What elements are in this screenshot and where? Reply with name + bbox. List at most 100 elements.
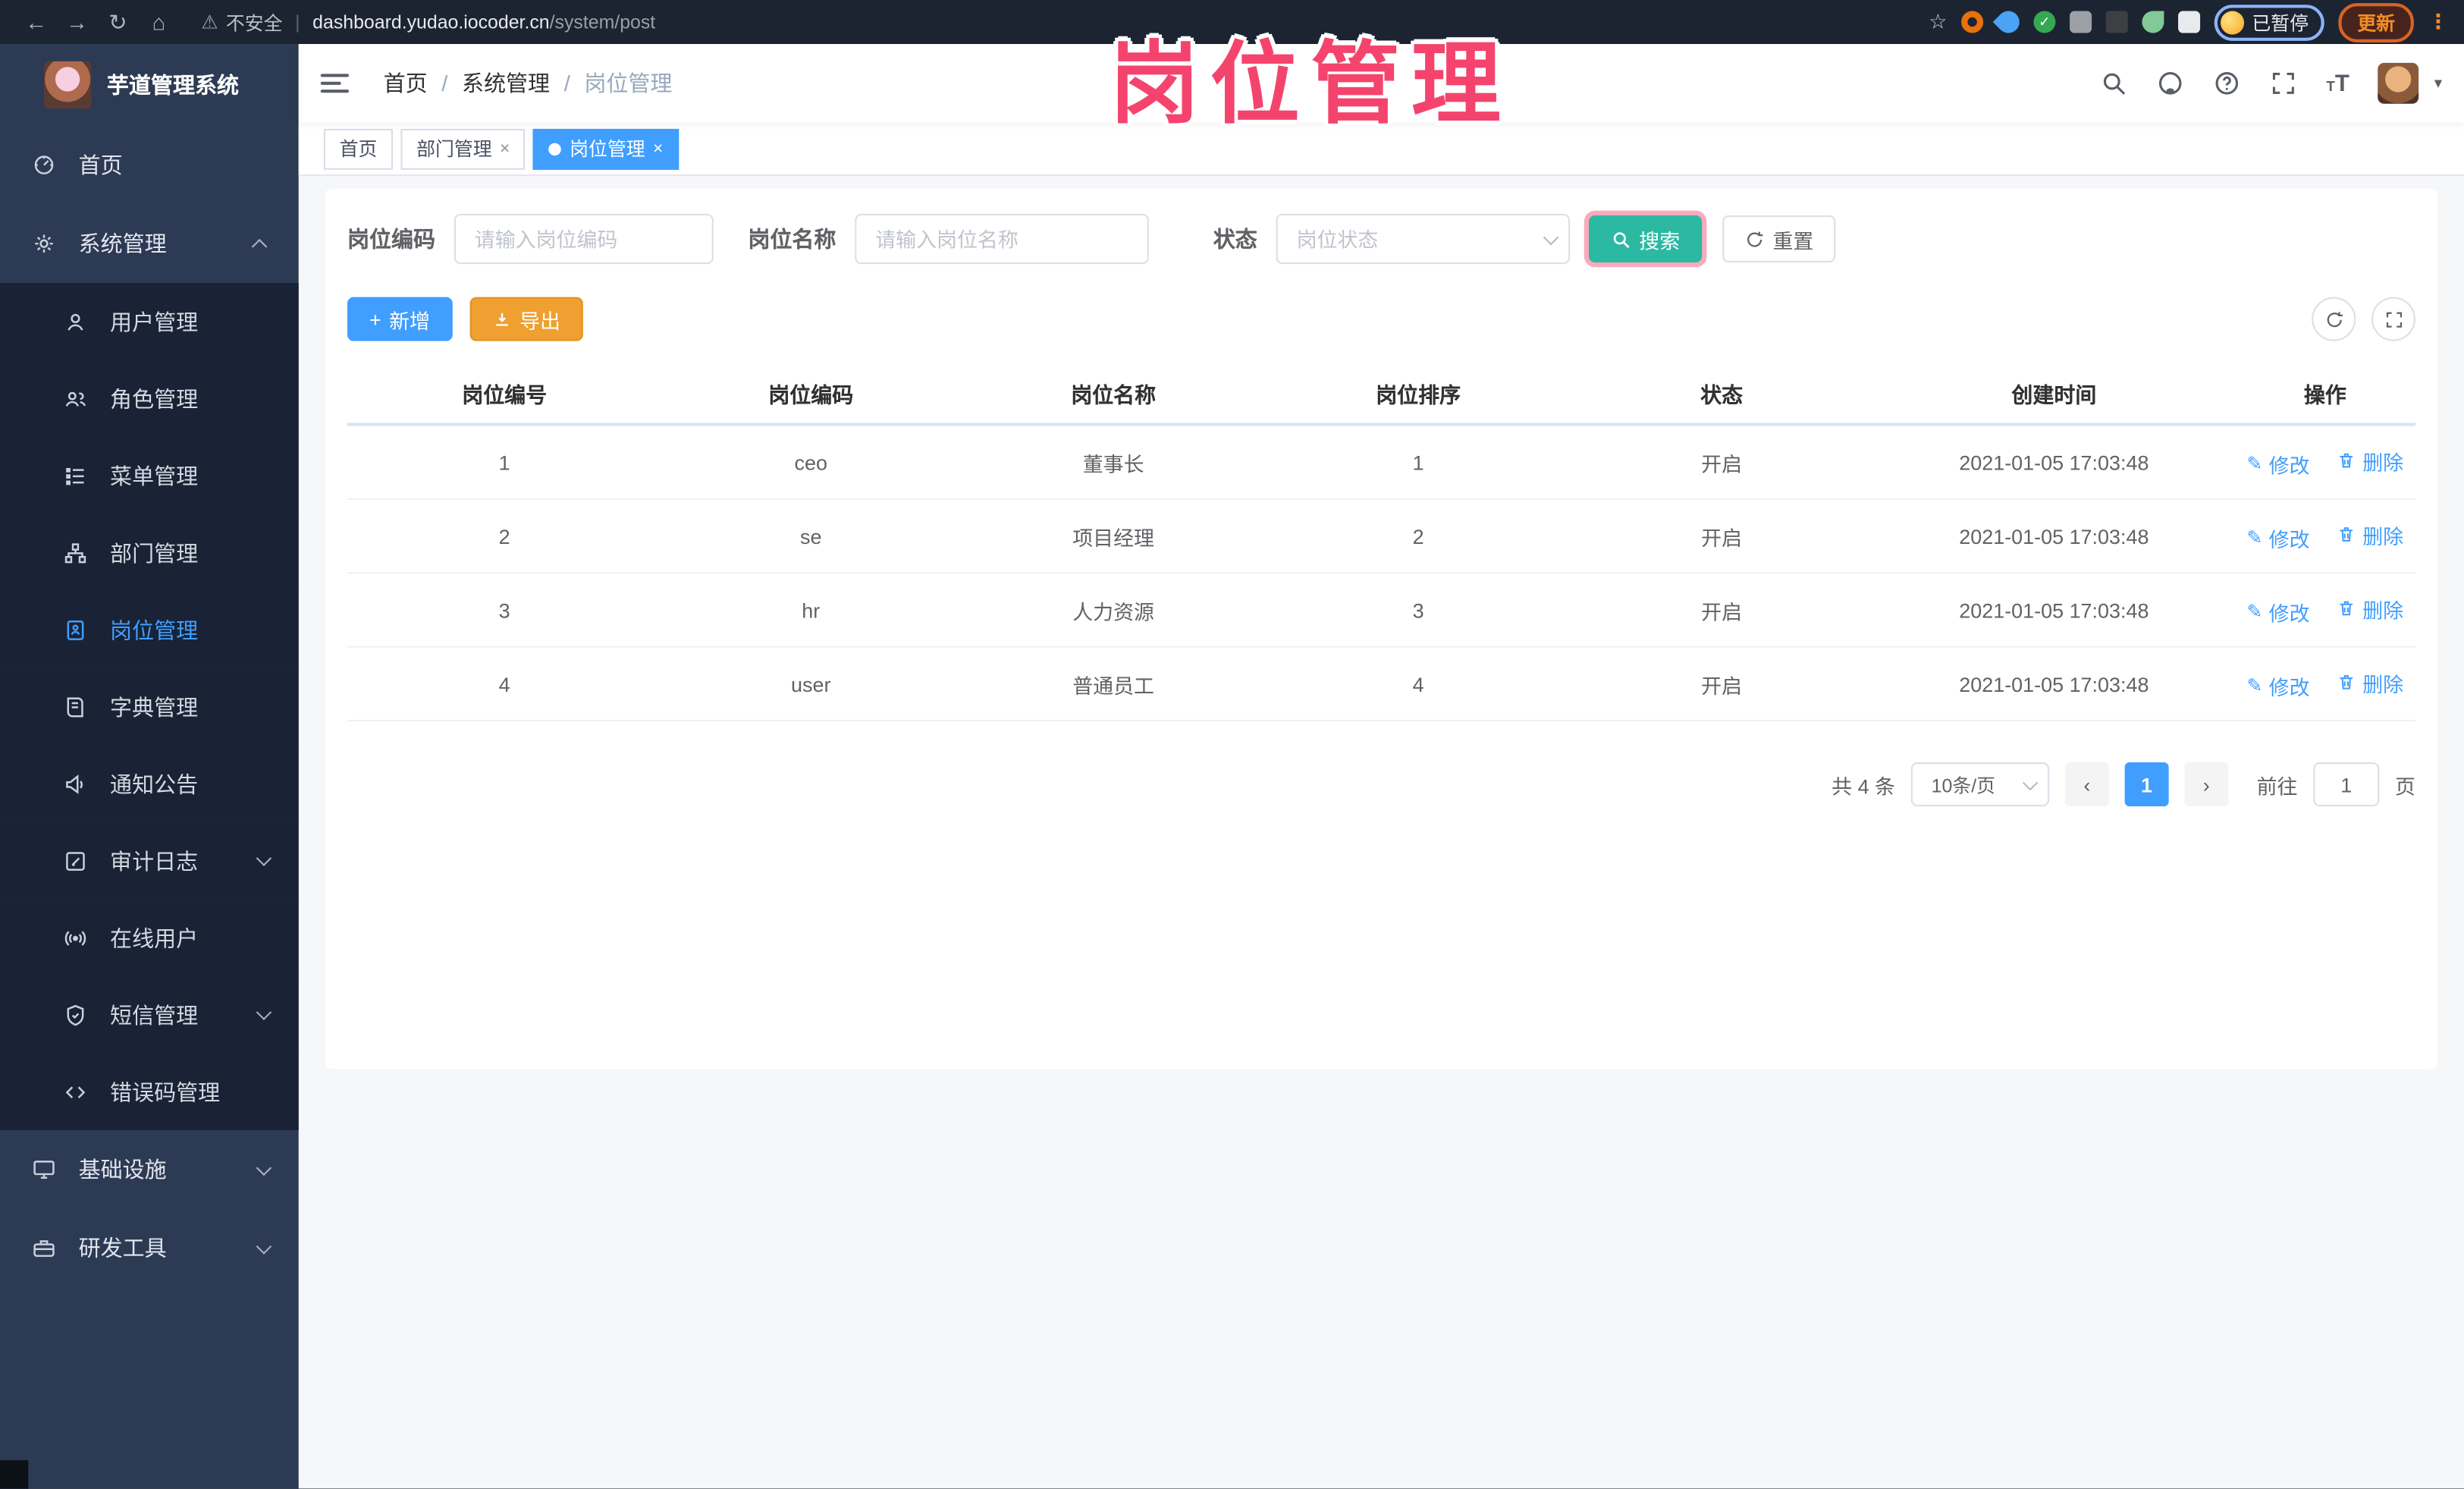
chevron-icon: [256, 850, 272, 866]
prev-page-button[interactable]: ‹: [2064, 762, 2109, 807]
sidebar-item-审计日志[interactable]: 审计日志: [0, 821, 299, 900]
sidebar-item-研发工具[interactable]: 研发工具: [0, 1209, 299, 1288]
trash-icon: [2340, 527, 2353, 542]
help-icon[interactable]: [2213, 69, 2241, 97]
column-header: 状态: [1700, 383, 1744, 407]
next-page-button[interactable]: ›: [2184, 762, 2229, 807]
add-button[interactable]: + 新增: [347, 297, 452, 341]
chevron-icon: [256, 1004, 272, 1020]
edit-icon: ✎: [2246, 526, 2263, 549]
sidebar-item-在线用户[interactable]: 在线用户: [0, 899, 299, 976]
edit-link[interactable]: ✎ 修改: [2247, 596, 2310, 626]
page-size-select[interactable]: [1910, 762, 2050, 807]
avatar-caret-icon[interactable]: ▾: [2434, 74, 2442, 92]
url-separator: |: [295, 11, 300, 33]
status-select[interactable]: [1276, 213, 1571, 265]
cell-post-sort: 3: [1412, 598, 1424, 622]
sidebar-item-基础设施[interactable]: 基础设施: [0, 1130, 299, 1209]
edit-link[interactable]: ✎ 修改: [2247, 449, 2310, 479]
sidebar-item-短信管理[interactable]: 短信管理: [0, 975, 299, 1054]
delete-link[interactable]: 删除: [2337, 520, 2403, 549]
browser-menu-kebab-icon[interactable]: ⋮: [2428, 9, 2449, 34]
extension-gray-icon[interactable]: [2070, 11, 2092, 33]
expand-table-button[interactable]: [2371, 297, 2415, 341]
user-avatar[interactable]: [2378, 62, 2419, 104]
pagination: 共 4 条 ‹ 1 › 前往 页: [347, 762, 2415, 807]
delete-link[interactable]: 删除: [2337, 445, 2403, 475]
security-label: 不安全: [225, 11, 283, 34]
post-code-input[interactable]: [454, 213, 714, 265]
cell-post-status: 开启: [1701, 526, 1743, 550]
breadcrumb-system[interactable]: 系统管理: [462, 68, 550, 99]
browser-forward-icon[interactable]: →: [57, 9, 98, 34]
edit-square-icon: [66, 851, 85, 870]
megaphone-icon: [63, 771, 88, 796]
app-logo[interactable]: 芋道管理系统: [0, 44, 299, 126]
font-size-icon[interactable]: TT: [2326, 70, 2349, 96]
address-bar[interactable]: ⚠ 不安全 | dashboard.yudao.iocoder.cn /syst…: [201, 8, 1929, 35]
edit-link[interactable]: ✎ 修改: [2247, 523, 2310, 552]
table-row: 4 user 普通员工 4 开启 2021-01-05 17:03:48 ✎ 修改…: [347, 648, 2415, 722]
extension-blue-drop-icon[interactable]: [1992, 6, 2024, 38]
status-select-value[interactable]: [1276, 213, 1571, 265]
sidebar-item-角色管理[interactable]: 角色管理: [0, 360, 299, 438]
monitor-icon: [31, 1157, 56, 1182]
profile-paused-button[interactable]: 已暂停: [2214, 4, 2324, 40]
fullscreen-icon[interactable]: [2270, 69, 2298, 97]
search-button[interactable]: 搜索: [1588, 215, 1703, 263]
sidebar-item-通知公告[interactable]: 通知公告: [0, 745, 299, 822]
github-icon[interactable]: [2157, 69, 2185, 97]
post-name-input[interactable]: [855, 213, 1149, 265]
current-page-button[interactable]: 1: [2124, 762, 2169, 807]
status-label: 状态: [1213, 226, 1257, 252]
sidebar-item-首页[interactable]: 首页: [0, 126, 299, 205]
delete-link[interactable]: 删除: [2337, 668, 2403, 697]
edit-link[interactable]: ✎ 修改: [2247, 671, 2310, 700]
export-button[interactable]: 导出: [469, 297, 583, 341]
delete-link[interactable]: 删除: [2337, 593, 2403, 623]
extension-dark-badge-icon[interactable]: [2105, 11, 2128, 33]
org-tree-icon: [63, 540, 88, 565]
sidebar-item-系统管理[interactable]: 系统管理: [0, 204, 299, 283]
breadcrumb: 首页 / 系统管理 / 岗位管理: [384, 68, 673, 99]
browser-update-button[interactable]: 更新: [2338, 2, 2414, 42]
view-tab-部门管理[interactable]: 部门管理 ×: [400, 127, 526, 169]
page-content: 岗位编码 岗位名称 状态 搜索: [298, 176, 2464, 1489]
cell-post-status: 开启: [1701, 451, 1743, 476]
refresh-table-button[interactable]: [2312, 297, 2356, 341]
close-tab-icon[interactable]: ×: [653, 139, 663, 158]
sidebar-item-错误码管理[interactable]: 错误码管理: [0, 1053, 299, 1130]
table-row: 3 hr 人力资源 3 开启 2021-01-05 17:03:48 ✎ 修改 删…: [347, 573, 2415, 648]
view-tab-首页[interactable]: 首页: [323, 127, 394, 169]
browser-reload-icon[interactable]: ↻: [97, 8, 138, 35]
code-icon: [63, 1079, 88, 1104]
view-tab-岗位管理[interactable]: 岗位管理 ×: [533, 127, 680, 169]
goto-page-input[interactable]: [2313, 762, 2380, 807]
browser-back-icon[interactable]: ←: [16, 9, 57, 34]
column-header: 岗位排序: [1376, 383, 1461, 407]
browser-home-icon[interactable]: ⌂: [138, 9, 179, 34]
sidebar-item-用户管理[interactable]: 用户管理: [0, 282, 299, 360]
extension-orange-icon[interactable]: [1961, 11, 1984, 33]
close-tab-icon[interactable]: ×: [500, 139, 510, 158]
bookmark-star-icon[interactable]: ☆: [1929, 9, 1947, 34]
cell-post-name: 项目经理: [1072, 526, 1155, 550]
cell-post-name: 普通员工: [1072, 673, 1155, 698]
hamburger-icon[interactable]: [320, 74, 350, 93]
extension-green-leaf-icon[interactable]: [2142, 11, 2164, 33]
sidebar-item-菜单管理[interactable]: 菜单管理: [0, 437, 299, 514]
sidebar-item-字典管理[interactable]: 字典管理: [0, 668, 299, 746]
extensions-puzzle-icon[interactable]: [2178, 11, 2201, 33]
cell-post-sort: 1: [1412, 450, 1424, 474]
reset-button[interactable]: 重置: [1722, 215, 1836, 263]
search-icon[interactable]: [2100, 69, 2128, 97]
extension-green-check-icon[interactable]: ✓: [2033, 11, 2056, 33]
profile-avatar-emoji: [2220, 10, 2245, 34]
shield-icon: [67, 1004, 84, 1026]
trash-icon: [2340, 675, 2353, 690]
fullscreen-icon: [2385, 311, 2402, 327]
sidebar-item-部门管理[interactable]: 部门管理: [0, 514, 299, 592]
profile-status-label: 已暂停: [2252, 11, 2309, 34]
sidebar-item-岗位管理[interactable]: 岗位管理: [0, 591, 299, 668]
breadcrumb-home[interactable]: 首页: [384, 68, 428, 99]
